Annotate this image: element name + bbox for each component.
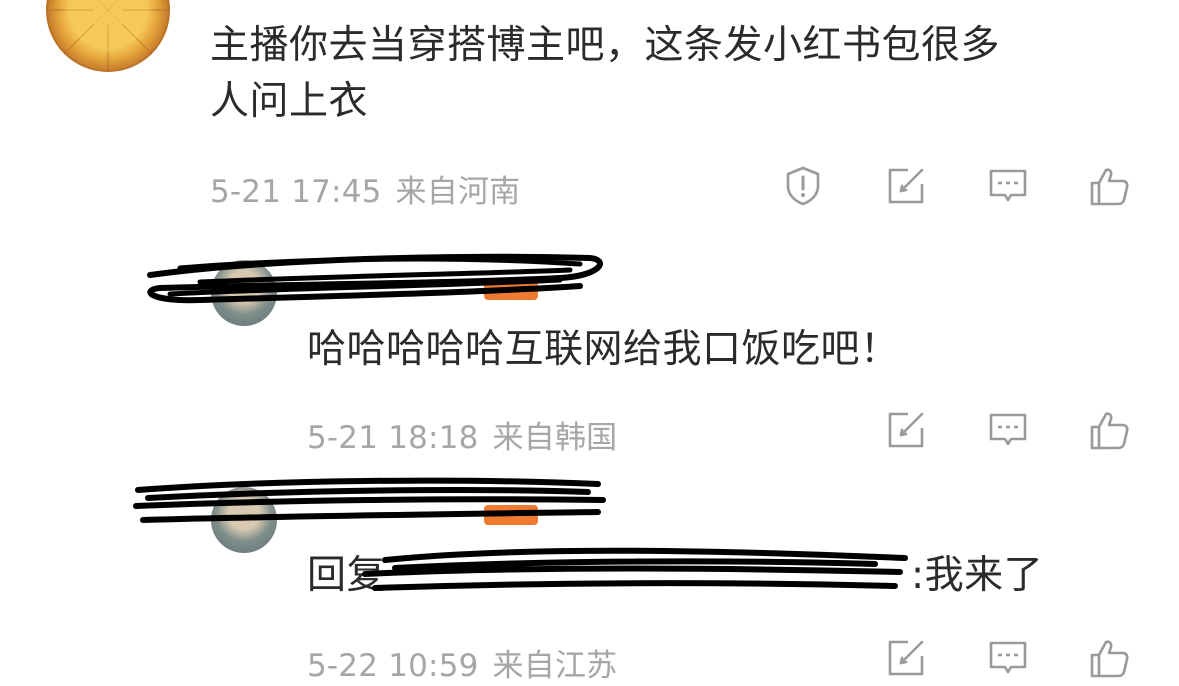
comment-button[interactable]	[984, 162, 1032, 210]
like-icon	[1090, 412, 1129, 450]
user-badge	[484, 505, 538, 525]
reply-avatar[interactable]	[211, 260, 277, 326]
reply-text: 哈哈哈哈哈互联网给我口饭吃吧！	[307, 327, 900, 372]
reply-time: 5-22 10:59	[307, 648, 479, 684]
username-redaction	[133, 477, 606, 523]
reply-text: 回复 :我来了	[307, 548, 1043, 604]
share-icon	[888, 168, 924, 204]
username-redaction	[147, 253, 603, 304]
report-icon	[786, 166, 820, 206]
share-icon	[888, 640, 924, 676]
reply-avatar[interactable]	[211, 487, 277, 553]
reply-meta: 5-22 10:59 来自江苏	[307, 640, 631, 685]
reply-body: :我来了	[911, 553, 1044, 598]
reply-time: 5-21 18:18	[307, 420, 479, 456]
like-icon	[1090, 168, 1129, 206]
share-icon	[888, 412, 924, 448]
comment-icon	[989, 169, 1027, 202]
reply-meta: 5-21 18:18 来自韩国	[307, 412, 631, 457]
share-button[interactable]	[882, 162, 930, 210]
comment-text-line-1: 主播你去当穿搭博主吧，这条发小红书包很多	[210, 23, 1001, 68]
comment-time: 5-21 17:45	[210, 174, 382, 210]
reply-location: 来自江苏	[492, 648, 618, 684]
user-badge	[484, 280, 538, 300]
like-icon	[1090, 640, 1129, 678]
comment-location: 来自河南	[395, 174, 521, 210]
comment-thread: 主播你去当穿搭博主吧，这条发小红书包很多 人问上衣 5-21 17:45 来自河南	[0, 0, 1179, 686]
report-button[interactable]	[779, 162, 827, 210]
comment-icon	[989, 413, 1027, 446]
comment-text-line-2: 人问上衣	[210, 79, 369, 124]
avatar[interactable]	[46, 0, 170, 72]
share-button[interactable]	[882, 634, 930, 682]
like-button[interactable]	[1085, 162, 1133, 210]
like-button[interactable]	[1085, 634, 1133, 682]
share-button[interactable]	[882, 406, 930, 454]
avatar-image	[46, 0, 170, 72]
comment-button[interactable]	[984, 634, 1032, 682]
reply-location: 来自韩国	[492, 420, 618, 456]
comment-meta: 5-21 17:45 来自河南	[210, 166, 534, 211]
comment-button[interactable]	[984, 406, 1032, 454]
comment-text: 主播你去当穿搭博主吧，这条发小红书包很多 人问上衣	[210, 18, 1130, 130]
comment-icon	[989, 641, 1027, 674]
like-button[interactable]	[1085, 406, 1133, 454]
reply-prefix: 回复	[307, 553, 387, 598]
